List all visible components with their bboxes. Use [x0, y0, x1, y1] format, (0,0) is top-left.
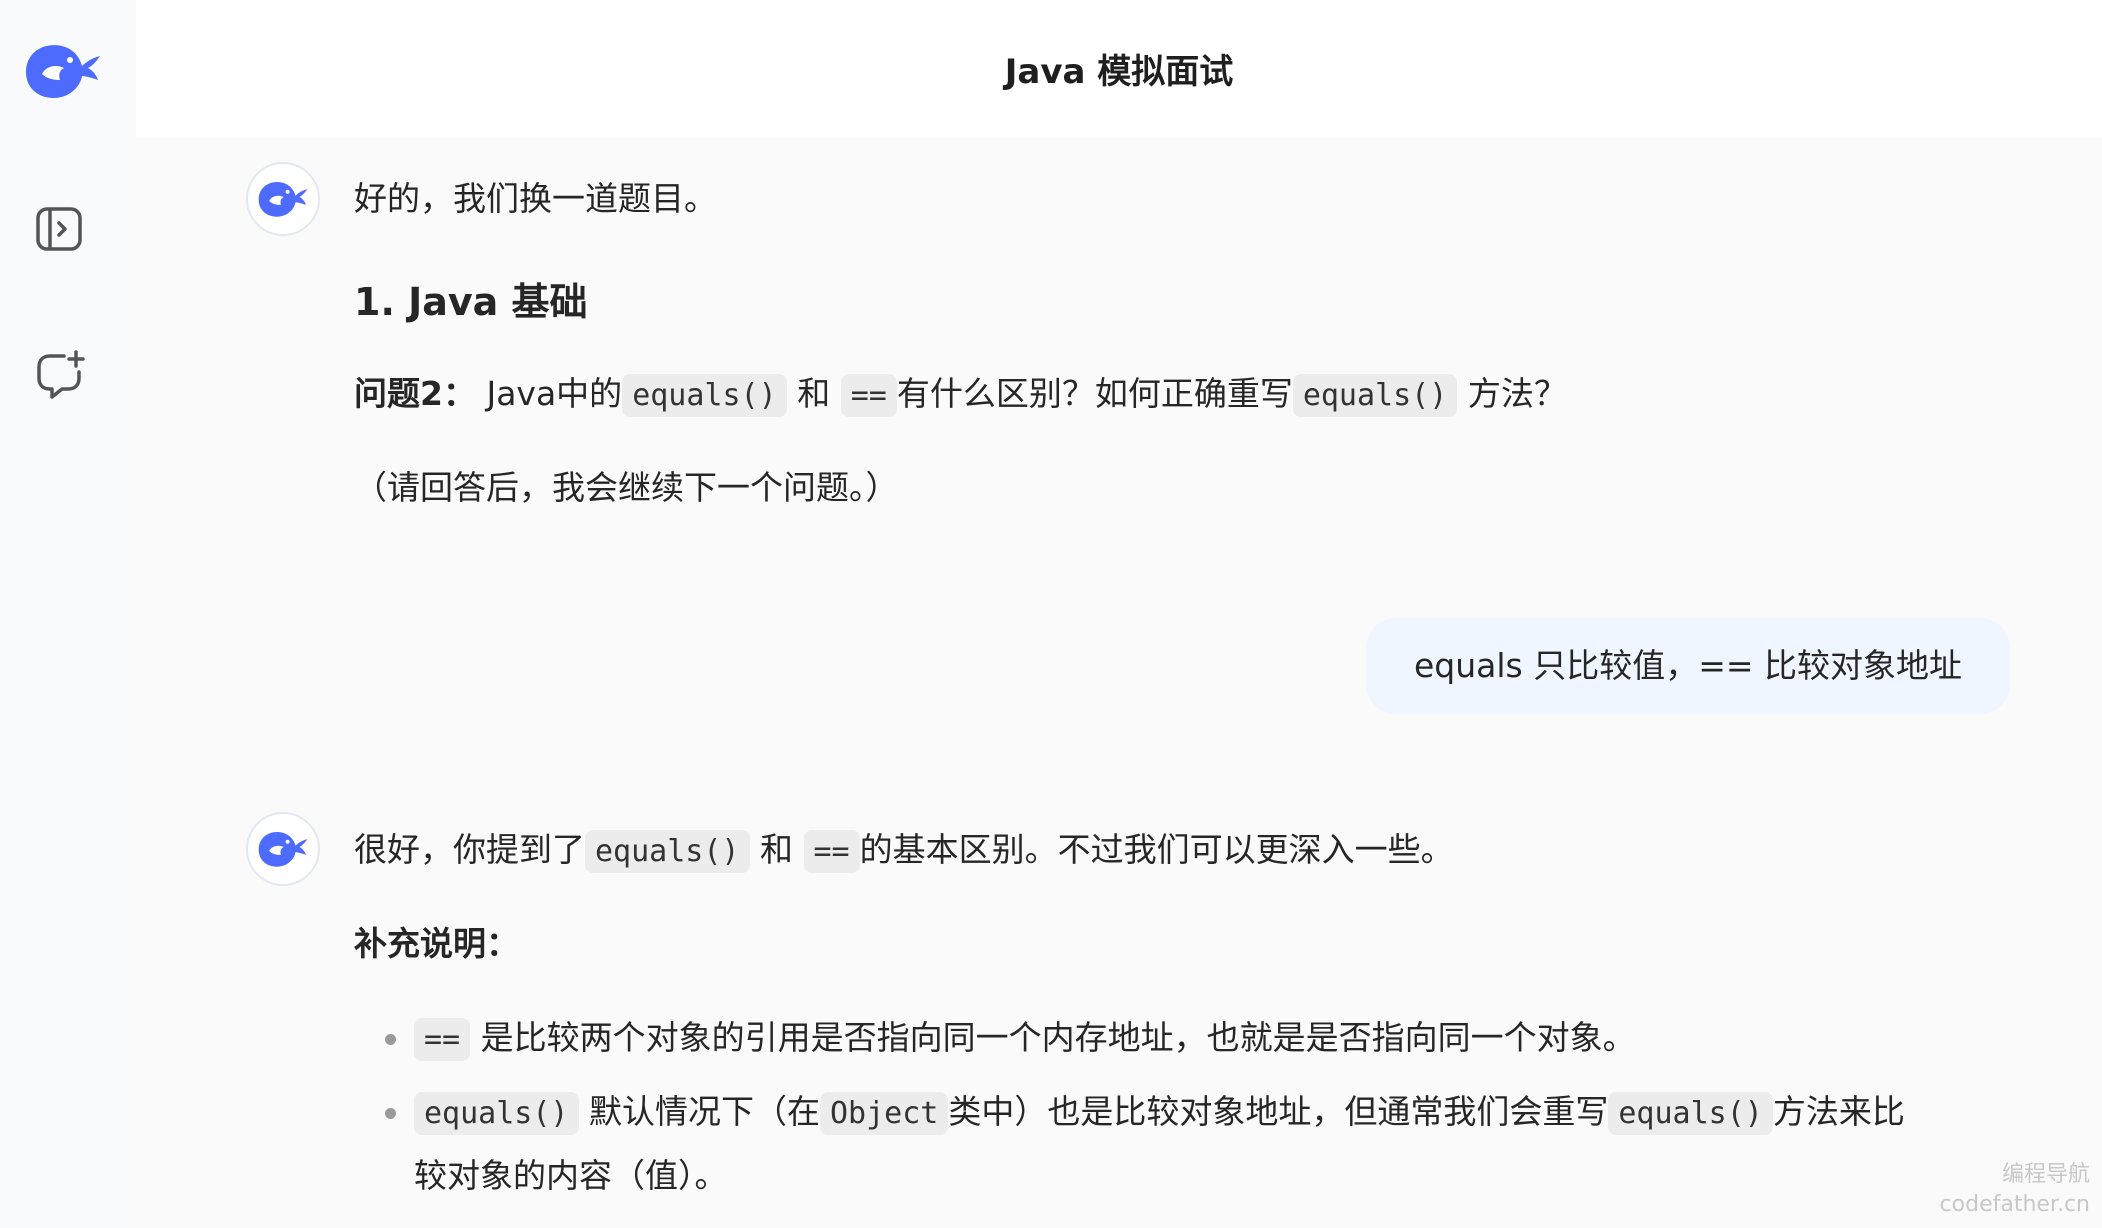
- question-line: 问题2： Java中的 equals() 和 == 有什么区别？如何正确重写 equa…: [354, 372, 1567, 418]
- paragraph-text: 的基本区别。不过我们可以更深入一些。: [859, 830, 1454, 869]
- new-chat-icon[interactable]: [34, 348, 86, 400]
- assistant-note: （请回答后，我会继续下一个问题。）: [354, 468, 899, 507]
- bullet-item: equals() 默认情况下（在 Object 类中）也是比较对象地址，但通常我们会…: [414, 1090, 1905, 1136]
- inline-code: equals(): [585, 830, 750, 873]
- bullet-item: == 是比较两个对象的引用是否指向同一个内存地址，也就是是否指向同一个对象。: [414, 1016, 1636, 1062]
- deepseek-logo-icon[interactable]: [22, 36, 104, 106]
- bullet-text: 类中）也是比较对象地址，但通常我们会重写: [948, 1092, 1609, 1131]
- inline-code: equals(): [414, 1092, 579, 1135]
- inline-code: ==: [414, 1018, 471, 1061]
- assistant-message-intro: 好的，我们换一道题目。: [354, 179, 717, 218]
- chat-title: Java 模拟面试: [1004, 52, 1234, 92]
- watermark-line: codefather.cn: [1939, 1192, 2090, 1217]
- user-message-bubble: equals 只比较值，== 比较对象地址: [1366, 618, 2010, 714]
- question-text: 有什么区别？如何正确重写: [896, 374, 1293, 413]
- chat-header: Java 模拟面试: [136, 0, 2102, 138]
- assistant-avatar: [246, 812, 320, 886]
- message-heading: 1. Java 基础: [354, 280, 588, 324]
- inline-code: equals(): [1608, 1092, 1773, 1135]
- sidebar-toggle-icon[interactable]: [34, 204, 86, 256]
- bullet-dot: [385, 1108, 396, 1119]
- watermark: 编程导航 codefather.cn: [1940, 1160, 2090, 1220]
- question-text: 方法？: [1467, 374, 1567, 413]
- bullet-text: 默认情况下（在: [589, 1092, 820, 1131]
- inline-code: equals(): [622, 374, 787, 417]
- question-text: Java中的: [486, 374, 623, 413]
- question-text: 和: [797, 374, 831, 413]
- watermark-line: 编程导航: [2001, 1162, 2090, 1187]
- paragraph-text: 和: [760, 830, 793, 869]
- assistant-avatar: [246, 162, 320, 236]
- deepseek-whale-icon: [258, 182, 308, 217]
- question-label: 问题2：: [354, 374, 476, 413]
- deepseek-whale-icon: [258, 832, 308, 867]
- bullet-text: 是比较两个对象的引用是否指向同一个内存地址，也就是是否指向同一个对象。: [480, 1018, 1636, 1057]
- bullet-text-continued: 较对象的内容（值）。: [414, 1156, 728, 1195]
- paragraph-text: 很好，你提到了: [354, 830, 585, 869]
- inline-code: ==: [840, 374, 897, 417]
- inline-code: Object: [820, 1092, 949, 1135]
- inline-code: equals(): [1292, 374, 1458, 417]
- section-subheading: 补充说明：: [354, 924, 519, 963]
- bullet-dot: [385, 1034, 396, 1045]
- bullet-text: 方法来比: [1772, 1092, 1905, 1131]
- assistant-message-paragraph: 很好，你提到了 equals() 和 == 的基本区别。不过我们可以更深入一些。: [354, 828, 1454, 874]
- inline-code: ==: [803, 830, 860, 873]
- sidebar: [0, 0, 136, 1228]
